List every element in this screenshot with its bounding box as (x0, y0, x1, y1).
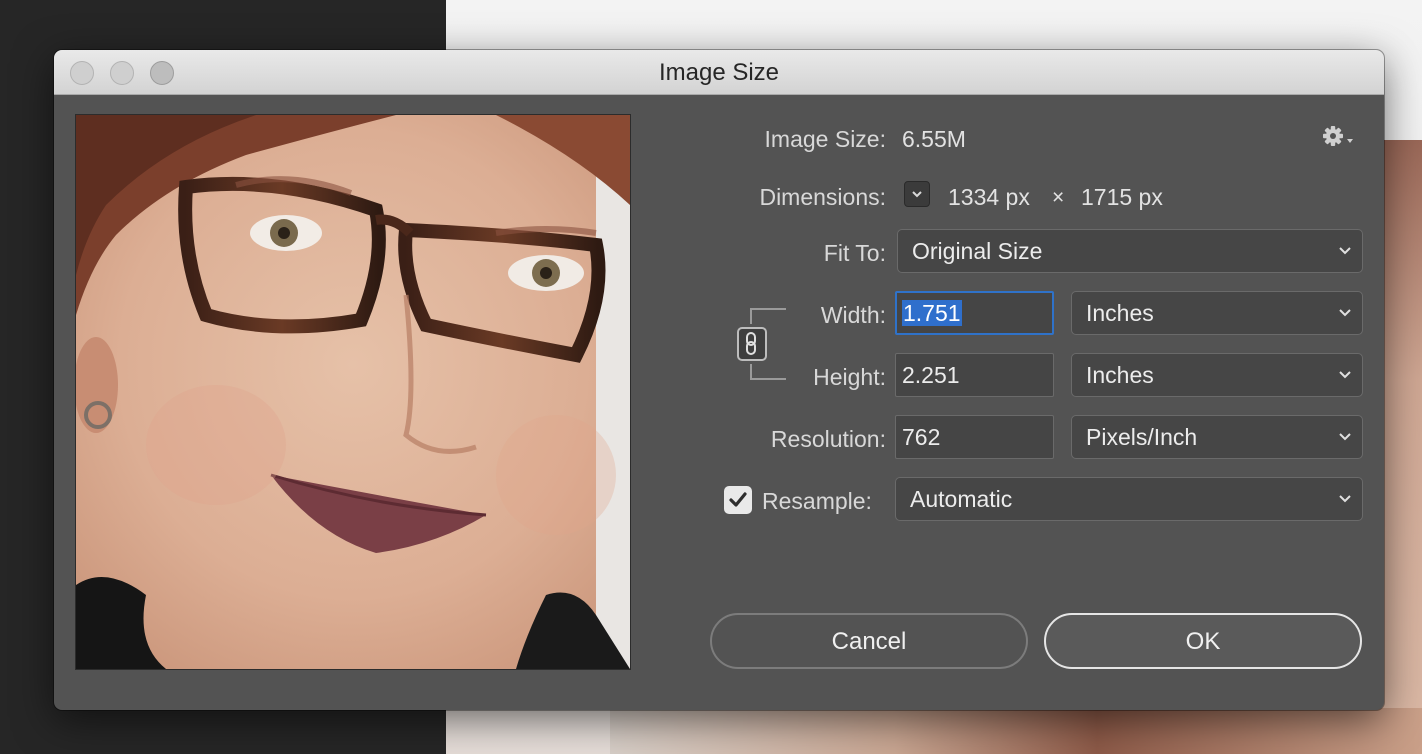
portrait-preview-image (76, 115, 630, 669)
constrain-proportions-toggle[interactable] (737, 327, 767, 361)
checkmark-icon (729, 492, 747, 507)
height-input[interactable]: 2.251 (895, 353, 1054, 397)
resample-label: Resample: (762, 488, 872, 514)
resolution-input[interactable]: 762 (895, 415, 1054, 459)
chain-link-icon (746, 332, 756, 355)
title-bar[interactable]: Image Size (54, 50, 1384, 95)
chevron-down-icon (1339, 371, 1351, 379)
dimension-height-pixels: 1715 px (1081, 184, 1163, 210)
chevron-down-icon (1339, 309, 1351, 317)
image-size-label: Image Size: (764, 126, 886, 152)
fit-to-label: Fit To: (823, 240, 886, 266)
image-size-dialog: Image Size Image Size: 6.55M Dimensions:… (54, 50, 1384, 710)
width-unit-value: Inches (1086, 300, 1154, 326)
resolution-label: Resolution: (770, 426, 886, 452)
fit-to-select[interactable]: Original Size (897, 229, 1363, 273)
height-label: Height: (813, 364, 886, 390)
resolution-unit-value: Pixels/Inch (1086, 424, 1198, 450)
chevron-down-icon (912, 191, 922, 198)
fit-to-value: Original Size (912, 238, 1043, 264)
dimension-times-sign: × (1052, 186, 1065, 209)
height-unit-value: Inches (1086, 362, 1154, 388)
resample-checkbox[interactable] (724, 486, 752, 514)
dialog-title: Image Size (658, 59, 780, 86)
ok-button[interactable]: OK (1044, 613, 1362, 669)
width-value: 1.751 (902, 300, 962, 326)
dimensions-units-menu[interactable] (904, 181, 930, 207)
width-label: Width: (820, 302, 886, 328)
image-size-value: 6.55M (902, 126, 966, 152)
dimensions-label: Dimensions: (759, 184, 886, 210)
cancel-button[interactable]: Cancel (710, 613, 1028, 669)
resample-method-value: Automatic (910, 486, 1013, 512)
width-unit-select[interactable]: Inches (1071, 291, 1363, 335)
resolution-value: 762 (902, 424, 941, 450)
height-value: 2.251 (902, 362, 960, 388)
height-unit-select[interactable]: Inches (1071, 353, 1363, 397)
resample-method-select[interactable]: Automatic (895, 477, 1363, 521)
chevron-down-icon (1339, 495, 1351, 503)
canvas-photo-bottom (610, 708, 1422, 754)
dimension-width-pixels: 1334 px (948, 184, 1030, 210)
gear-icon (1323, 126, 1353, 146)
width-input[interactable]: 1.751 (895, 291, 1054, 335)
settings-menu-button[interactable] (1322, 124, 1358, 150)
chevron-down-icon (1339, 433, 1351, 441)
chevron-down-icon (1339, 247, 1351, 255)
resolution-unit-select[interactable]: Pixels/Inch (1071, 415, 1363, 459)
image-preview[interactable] (75, 114, 631, 670)
canvas-photo-edge (1380, 140, 1422, 740)
